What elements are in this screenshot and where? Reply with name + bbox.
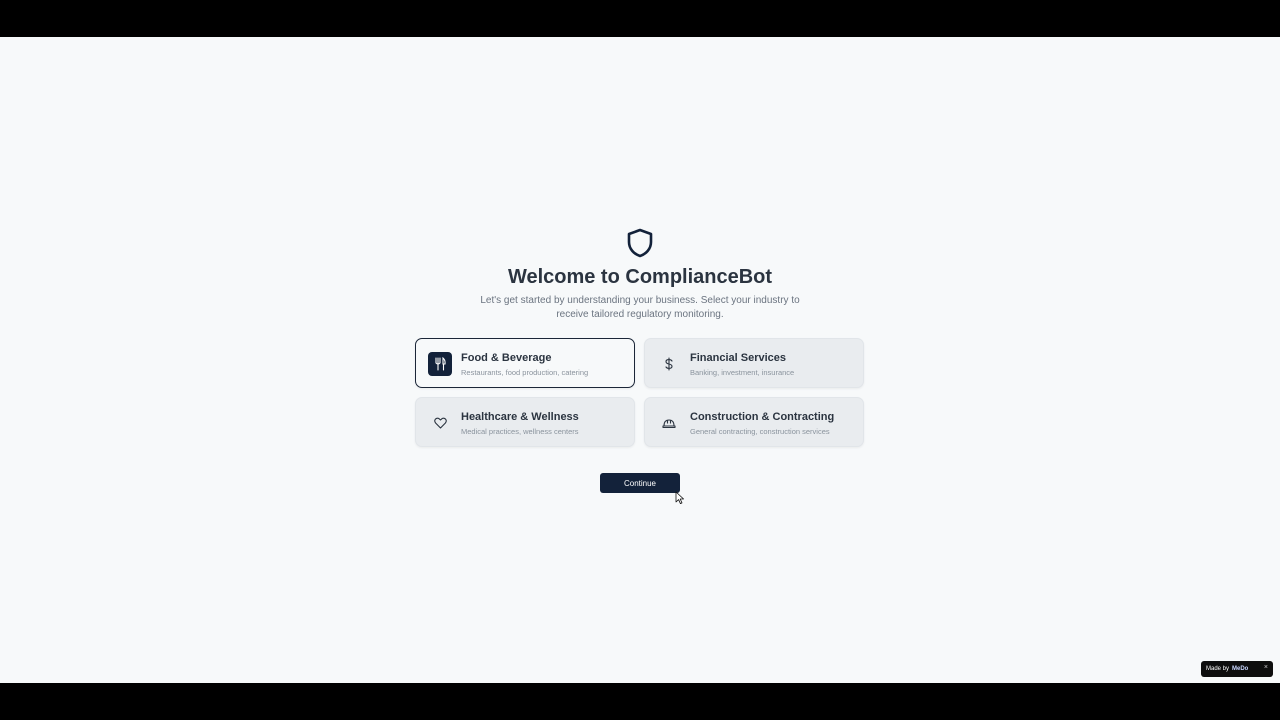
page-subtitle: Let's get started by understanding your … — [480, 294, 800, 322]
made-by-text: Made by — [1206, 666, 1230, 672]
industry-card-healthcare-wellness[interactable]: Healthcare & Wellness Medical practices,… — [415, 397, 635, 447]
app-viewport: Welcome to ComplianceBot Let's get start… — [0, 37, 1280, 683]
industry-description: Restaurants, food production, catering — [461, 368, 589, 377]
mouse-cursor-icon — [675, 491, 684, 504]
industry-card-food-beverage[interactable]: Food & Beverage Restaurants, food produc… — [415, 338, 635, 388]
industry-description: Banking, investment, insurance — [690, 368, 795, 377]
utensils-icon — [428, 352, 452, 376]
made-by-badge[interactable]: Made by MeDo × — [1201, 661, 1273, 677]
subtitle-line-2: receive tailored regulatory monitoring. — [556, 309, 724, 320]
industry-description: Medical practices, wellness centers — [461, 427, 579, 436]
industry-label: Food & Beverage — [461, 352, 552, 364]
dollar-icon — [657, 352, 681, 376]
industry-label: Financial Services — [690, 352, 786, 364]
close-icon[interactable]: × — [1264, 664, 1268, 671]
industry-label: Construction & Contracting — [690, 411, 835, 423]
industry-label: Healthcare & Wellness — [461, 411, 579, 423]
heart-icon — [428, 411, 452, 435]
continue-button[interactable]: Continue — [600, 473, 680, 493]
industry-card-construction-contracting[interactable]: Construction & Contracting General contr… — [644, 397, 864, 447]
industry-description: General contracting, construction servic… — [690, 427, 830, 436]
industry-card-financial-services[interactable]: Financial Services Banking, investment, … — [644, 338, 864, 388]
subtitle-line-1: Let's get started by understanding your … — [480, 295, 800, 306]
shield-icon — [627, 228, 653, 258]
brand-logo: MeDo — [1232, 666, 1249, 672]
hard-hat-icon — [657, 411, 681, 435]
page-title: Welcome to ComplianceBot — [507, 266, 773, 288]
